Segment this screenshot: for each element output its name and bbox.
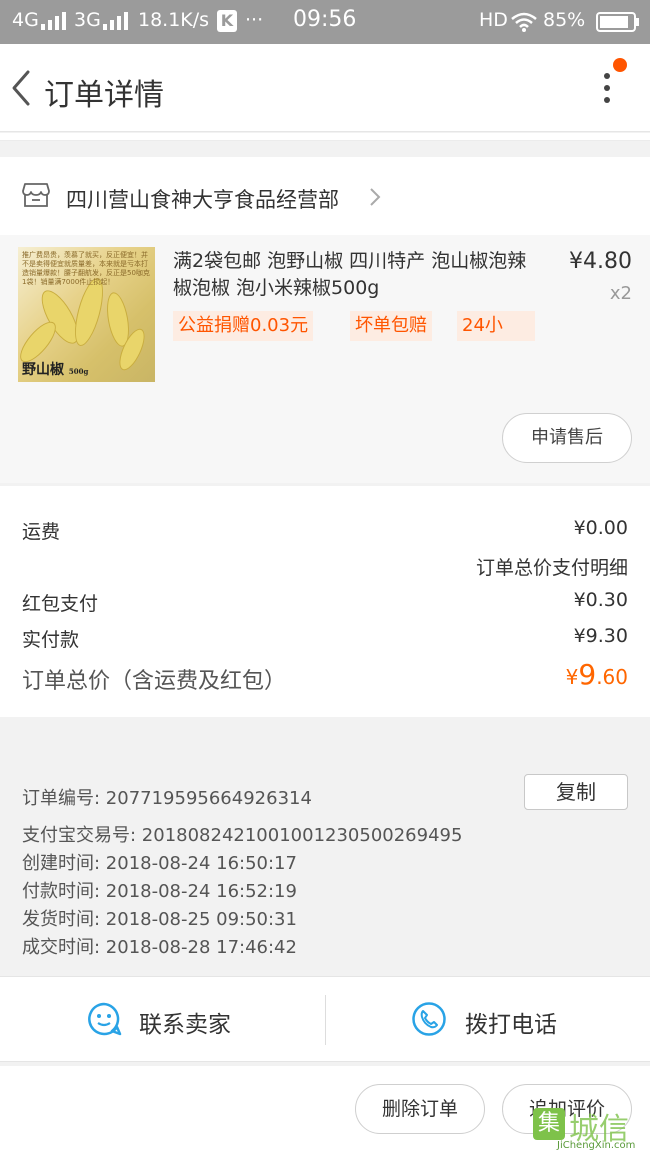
wifi-icon xyxy=(511,12,537,32)
back-arrow-icon[interactable] xyxy=(8,68,38,108)
signal-icon-2 xyxy=(103,12,128,30)
order-item-card: 四川营山食神大亨食品经营部 推广费昂贵，羡慕了就买，反正便宜！并不是卖得便宜就质… xyxy=(0,157,650,483)
phone-icon xyxy=(412,1002,446,1036)
product-price: ¥4.80 xyxy=(569,249,632,274)
hd-indicator: HD xyxy=(479,9,508,31)
alipay-trade-number: 支付宝交易号: 2018082421001001230500269495 xyxy=(22,825,463,846)
paid-label: 实付款 xyxy=(22,629,80,651)
shop-row[interactable]: 四川营山食神大亨食品经营部 xyxy=(0,157,650,235)
total-label: 订单总价（含运费及红包） xyxy=(22,669,287,694)
network-speed: 18.1K/s xyxy=(138,9,210,31)
status-bar: 4G 3G 18.1K/s K ··· 09:56 HD 85% xyxy=(0,0,650,44)
shipping-value: ¥0.00 xyxy=(573,517,628,539)
watermark-logo: 集 xyxy=(533,1108,565,1140)
store-icon xyxy=(22,183,50,207)
network-indicator-4g: 4G xyxy=(12,9,39,31)
network-indicator-3g: 3G xyxy=(74,9,101,31)
copy-button[interactable]: 复制 xyxy=(524,774,628,810)
product-image[interactable]: 推广费昂贵，羡慕了就买，反正便宜！并不是卖得便宜就质量差，本来就是亏本打造销量爆… xyxy=(18,247,155,382)
product-image-caption: 推广费昂贵，羡慕了就买，反正便宜！并不是卖得便宜就质量差，本来就是亏本打造销量爆… xyxy=(22,251,150,286)
app-notification-icon: K xyxy=(217,10,237,32)
product-quantity: x2 xyxy=(609,283,632,304)
after-sale-button[interactable]: 申请售后 xyxy=(502,413,632,463)
red-packet-label: 红包支付 xyxy=(22,593,99,615)
chevron-right-icon xyxy=(370,188,381,206)
shop-name[interactable]: 四川营山食神大亨食品经营部 xyxy=(66,184,339,214)
shipped-time: 发货时间: 2018-08-25 09:50:31 xyxy=(22,909,297,930)
page-title: 订单详情 xyxy=(44,78,164,113)
site-watermark: 集 城信 JiChengXin.com xyxy=(533,1104,648,1152)
product-row[interactable]: 推广费昂贵，羡慕了就买，反正便宜！并不是卖得便宜就质量差，本来就是亏本打造销量爆… xyxy=(0,235,650,483)
product-image-logo: 野山椒 500g xyxy=(22,362,89,378)
total-value: ¥9.60 xyxy=(565,658,628,691)
contact-seller-label: 联系卖家 xyxy=(139,1012,231,1038)
battery-percent: 85% xyxy=(543,9,586,31)
contact-bar: 联系卖家 拨打电话 xyxy=(0,976,650,1062)
payment-detail-link[interactable]: 订单总价支付明细 xyxy=(476,553,628,580)
product-title[interactable]: 满2袋包邮 泡野山椒 四川特产 泡山椒泡辣椒泡椒 泡小米辣椒500g xyxy=(173,248,538,302)
paid-time: 付款时间: 2018-08-24 16:52:19 xyxy=(22,881,297,902)
paid-value: ¥9.30 xyxy=(573,625,628,647)
tag-damage-refund: 坏单包赔 xyxy=(350,311,432,341)
battery-icon xyxy=(596,12,639,32)
created-time: 创建时间: 2018-08-24 16:50:17 xyxy=(22,853,297,874)
order-info: 订单编号: 207719595664926314 复制 支付宝交易号: 2018… xyxy=(0,752,650,975)
nav-header: 订单详情 xyxy=(0,44,650,132)
more-notifications: ··· xyxy=(245,9,264,31)
red-packet-value: ¥0.30 xyxy=(573,589,628,611)
call-phone-button[interactable]: 拨打电话 xyxy=(326,977,650,1063)
tag-24h: 24小 xyxy=(457,311,535,341)
watermark-url: JiChengXin.com xyxy=(557,1140,636,1151)
signal-icon xyxy=(41,12,66,30)
notification-dot xyxy=(613,58,627,72)
divider-strip xyxy=(0,133,650,141)
contact-seller-button[interactable]: 联系卖家 xyxy=(0,977,325,1063)
completed-time: 成交时间: 2018-08-28 17:46:42 xyxy=(22,937,297,958)
clock: 09:56 xyxy=(293,7,357,32)
tag-charity: 公益捐赠0.03元 xyxy=(173,311,314,341)
chat-icon xyxy=(88,1002,122,1036)
payment-summary: 运费 ¥0.00 订单总价支付明细 红包支付 ¥0.30 实付款 ¥9.30 订… xyxy=(0,486,650,717)
more-menu-icon[interactable] xyxy=(596,70,618,110)
delete-order-button[interactable]: 删除订单 xyxy=(355,1084,485,1134)
order-number: 订单编号: 207719595664926314 xyxy=(22,788,312,809)
shipping-label: 运费 xyxy=(22,521,61,543)
call-phone-label: 拨打电话 xyxy=(465,1012,557,1038)
